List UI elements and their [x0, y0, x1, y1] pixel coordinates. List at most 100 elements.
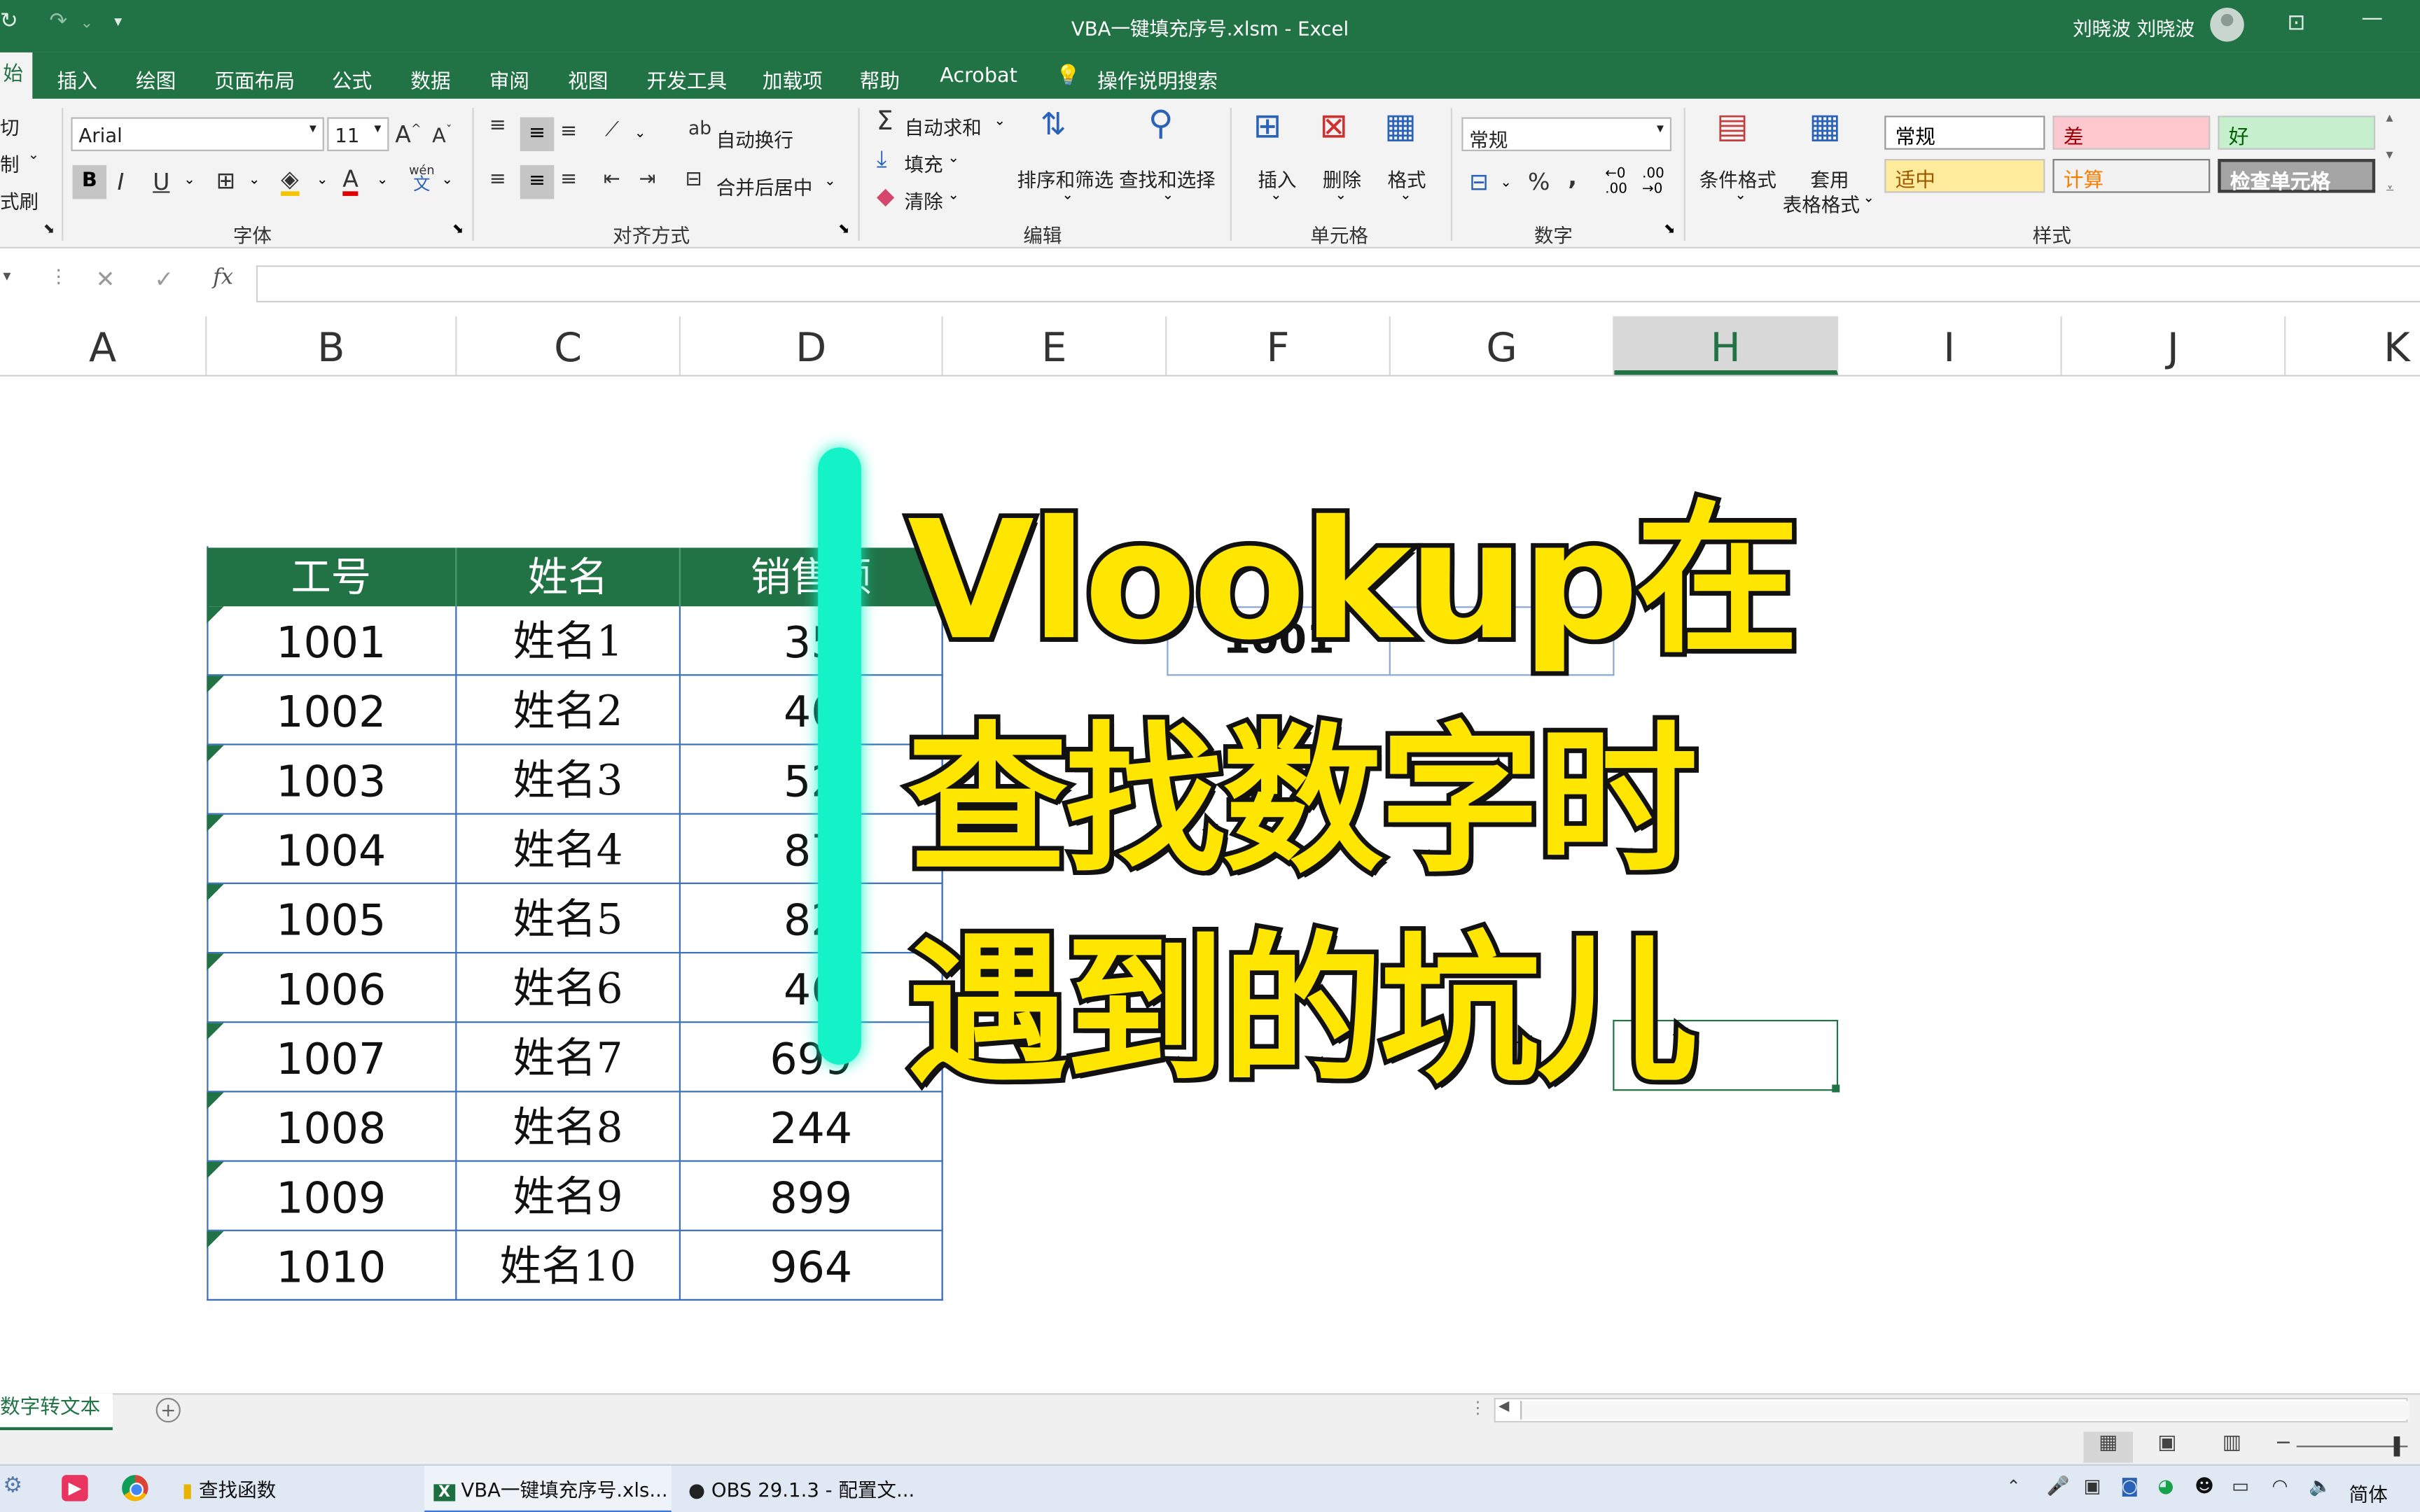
table-cell-id[interactable]: 1002: [207, 676, 457, 746]
style-normal[interactable]: 常规: [1884, 115, 2045, 150]
tab-home[interactable]: 始: [0, 52, 33, 99]
scroll-left-icon[interactable]: ◀: [1498, 1399, 1509, 1415]
column-header[interactable]: E: [943, 316, 1167, 375]
decrease-decimal-button[interactable]: .00 →0: [1642, 167, 1673, 197]
format-dropdown-icon[interactable]: ⌄: [1400, 188, 1412, 204]
normal-view-icon[interactable]: ▦: [2083, 1432, 2134, 1463]
align-right-icon[interactable]: ≡: [560, 168, 577, 191]
column-header[interactable]: C: [457, 316, 681, 375]
column-header[interactable]: I: [1838, 316, 2062, 375]
table-cell-name[interactable]: 姓名10: [457, 1231, 681, 1301]
wrap-text-icon[interactable]: ab: [688, 118, 711, 139]
merge-dropdown-icon[interactable]: ⌄: [824, 174, 836, 190]
table-header-id[interactable]: 工号: [207, 547, 457, 607]
align-bottom-icon[interactable]: ≡: [560, 120, 577, 144]
table-cell-sales[interactable]: 87: [681, 814, 943, 884]
tab-acrobat[interactable]: Acrobat: [940, 65, 1017, 88]
table-cell-name[interactable]: 姓名8: [457, 1092, 681, 1162]
cut-button[interactable]: 切: [0, 111, 20, 141]
bold-button[interactable]: B: [72, 164, 107, 200]
autosum-button[interactable]: 自动求和: [905, 111, 982, 141]
table-header-name[interactable]: 姓名: [457, 547, 681, 607]
tab-data[interactable]: 数据: [410, 65, 450, 94]
style-check-cell[interactable]: 检查单元格: [2218, 159, 2376, 195]
font-launcher-icon[interactable]: ⬊: [452, 222, 464, 237]
tab-formulas[interactable]: 公式: [332, 65, 372, 94]
fill-dropdown-icon[interactable]: ⌄: [947, 151, 959, 167]
format-painter-button[interactable]: 式刷: [0, 185, 39, 214]
table-cell-name[interactable]: 姓名5: [457, 883, 681, 954]
delete-dropdown-icon[interactable]: ⌄: [1335, 188, 1347, 204]
autosum-icon[interactable]: Σ: [877, 106, 893, 137]
table-cell-sales[interactable]: 46: [681, 953, 943, 1023]
conditional-dropdown-icon[interactable]: ⌄: [1734, 188, 1746, 204]
borders-dropdown-icon[interactable]: ⌄: [249, 173, 260, 188]
ime-indicator[interactable]: 简体: [2349, 1478, 2388, 1508]
column-header[interactable]: B: [207, 316, 457, 375]
orientation-icon[interactable]: ⟋: [605, 119, 619, 142]
namebox-dropdown-icon[interactable]: ▾: [3, 269, 11, 286]
fill-handle[interactable]: [1832, 1084, 1840, 1093]
table-cell-sales[interactable]: 699: [681, 1023, 943, 1093]
format-table-dropdown-icon[interactable]: ⌄: [1863, 191, 1875, 206]
underline-button[interactable]: U: [153, 168, 169, 196]
sort-dropdown-icon[interactable]: ⌄: [1062, 188, 1073, 204]
table-cell-id[interactable]: 1001: [207, 606, 457, 676]
grow-font-icon[interactable]: A^: [395, 120, 421, 148]
font-color-dropdown-icon[interactable]: ⌄: [377, 173, 389, 188]
microphone-icon[interactable]: 🎤: [2047, 1475, 2070, 1497]
app-icon[interactable]: ⚙: [3, 1474, 22, 1498]
table-cell-id[interactable]: 1005: [207, 883, 457, 954]
clear-dropdown-icon[interactable]: ⌄: [947, 188, 959, 204]
clear-button[interactable]: 清除: [905, 185, 943, 214]
align-center-icon[interactable]: ≡: [520, 164, 555, 200]
zoom-out-icon[interactable]: −: [2275, 1432, 2292, 1455]
table-cell-sales[interactable]: 899: [681, 1161, 943, 1231]
currency-icon[interactable]: ⊟: [1469, 168, 1489, 196]
format-cells-icon[interactable]: ▦: [1384, 108, 1417, 146]
tray-blue-icon[interactable]: ◙: [2120, 1475, 2139, 1497]
ribbon-display-icon[interactable]: ⊡: [2287, 10, 2305, 35]
scroll-thumb[interactable]: [1520, 1401, 2409, 1420]
column-header[interactable]: J: [2062, 316, 2286, 375]
fill-button[interactable]: 填充: [905, 148, 943, 178]
percent-button[interactable]: %: [1528, 168, 1550, 196]
minimize-icon[interactable]: —: [2361, 6, 2383, 31]
avatar[interactable]: [2210, 8, 2244, 42]
orientation-dropdown-icon[interactable]: ⌄: [634, 127, 646, 142]
wrap-text-button[interactable]: 自动换行: [716, 123, 793, 153]
autosum-dropdown-icon[interactable]: ⌄: [994, 114, 1006, 130]
merge-icon[interactable]: ⊟: [686, 168, 702, 191]
tab-help[interactable]: 帮助: [860, 65, 900, 94]
currency-dropdown-icon[interactable]: ⌄: [1500, 176, 1512, 191]
delete-cells-icon[interactable]: ⊠: [1320, 108, 1349, 146]
number-launcher-icon[interactable]: ⬊: [1664, 222, 1676, 237]
italic-button[interactable]: I: [118, 168, 125, 196]
cancel-icon[interactable]: ✕: [96, 265, 116, 293]
taskbar-item-excel[interactable]: X VBA一键填充序号.xls...: [424, 1465, 672, 1512]
table-cell-name[interactable]: 姓名2: [457, 676, 681, 746]
decrease-indent-icon[interactable]: ⇤: [604, 168, 620, 191]
number-format-select[interactable]: 常规 ▾: [1461, 117, 1672, 152]
table-cell-id[interactable]: 1007: [207, 1023, 457, 1093]
align-middle-icon[interactable]: ≡: [520, 117, 555, 152]
battery-icon[interactable]: ▭: [2232, 1475, 2249, 1497]
wechat-icon[interactable]: ◕: [2157, 1475, 2174, 1497]
wifi-icon[interactable]: ◠: [2272, 1475, 2288, 1497]
table-cell-sales[interactable]: 964: [681, 1231, 943, 1301]
align-top-icon[interactable]: ≡: [489, 114, 506, 137]
fill-icon[interactable]: ⤓: [877, 145, 887, 173]
style-good[interactable]: 好: [2218, 115, 2376, 150]
tab-insert[interactable]: 插入: [57, 65, 97, 94]
zoom-slider-thumb[interactable]: [2393, 1436, 2400, 1457]
page-layout-view-icon[interactable]: ▣: [2157, 1432, 2176, 1455]
table-cell-sales[interactable]: 52: [681, 745, 943, 815]
font-color-icon[interactable]: A: [342, 167, 359, 196]
tab-draw[interactable]: 绘图: [136, 65, 176, 94]
column-header[interactable]: A: [0, 316, 207, 375]
tab-review[interactable]: 审阅: [489, 65, 529, 94]
app-red-icon[interactable]: ▶: [62, 1475, 88, 1502]
table-cell-sales[interactable]: 40: [681, 676, 943, 746]
user-name[interactable]: 刘晓波 刘晓波: [2073, 13, 2195, 42]
comma-button[interactable]: ,: [1568, 164, 1577, 192]
